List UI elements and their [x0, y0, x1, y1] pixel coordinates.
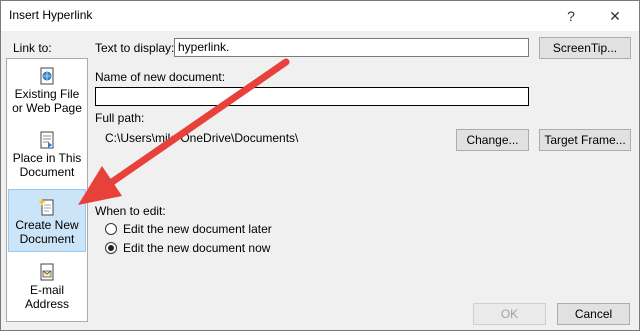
title-bar: Insert Hyperlink ? ✕ [1, 1, 639, 31]
document-place-icon [40, 131, 54, 149]
edit-later-label[interactable]: Edit the new document later [123, 222, 272, 236]
edit-now-radio[interactable] [105, 242, 117, 254]
target-frame-button[interactable]: Target Frame... [539, 129, 631, 151]
link-existing-file-or-web-page[interactable]: Existing File or Web Page [8, 67, 86, 125]
email-icon [40, 263, 54, 281]
dialog-title: Insert Hyperlink [9, 8, 93, 22]
help-button[interactable]: ? [551, 3, 591, 29]
link-item-label-line1: Existing File [14, 87, 80, 101]
full-path-label: Full path: [95, 111, 145, 125]
ok-button[interactable]: OK [473, 303, 546, 325]
text-to-display-label: Text to display: [95, 41, 175, 55]
insert-hyperlink-dialog: Insert Hyperlink ? ✕ Link to: Existing F… [0, 0, 640, 331]
change-button[interactable]: Change... [456, 129, 529, 151]
name-of-new-document-label: Name of new document: [95, 70, 226, 84]
link-item-label-line2: Document [19, 165, 75, 179]
link-to-panel: Existing File or Web Page Place in This … [6, 58, 88, 322]
full-path-value: C:\Users\mile OneDrive\Documents\ [105, 131, 299, 145]
globe-file-icon [40, 67, 54, 85]
screentip-button[interactable]: ScreenTip... [539, 37, 631, 59]
link-to-label: Link to: [13, 41, 52, 55]
edit-later-radio[interactable] [105, 223, 117, 235]
link-item-label-line2: Document [19, 232, 75, 246]
link-create-new-document[interactable]: Create New Document [8, 189, 86, 252]
edit-now-label[interactable]: Edit the new document now [123, 241, 270, 255]
link-place-in-this-document[interactable]: Place in This Document [8, 131, 86, 189]
link-item-label-line1: E-mail [29, 283, 64, 297]
cancel-button[interactable]: Cancel [557, 303, 630, 325]
link-item-label-line1: Place in This [12, 151, 82, 165]
link-item-label-line2: Address [24, 297, 70, 311]
text-to-display-input[interactable]: hyperlink. [174, 38, 529, 57]
when-to-edit-label: When to edit: [95, 204, 166, 218]
new-document-icon [39, 198, 54, 216]
name-of-new-document-input[interactable] [95, 87, 529, 106]
close-button[interactable]: ✕ [595, 3, 635, 29]
link-item-label-line2: or Web Page [12, 101, 82, 115]
link-email-address[interactable]: E-mail Address [8, 263, 86, 317]
link-item-label-line1: Create New [15, 218, 79, 232]
